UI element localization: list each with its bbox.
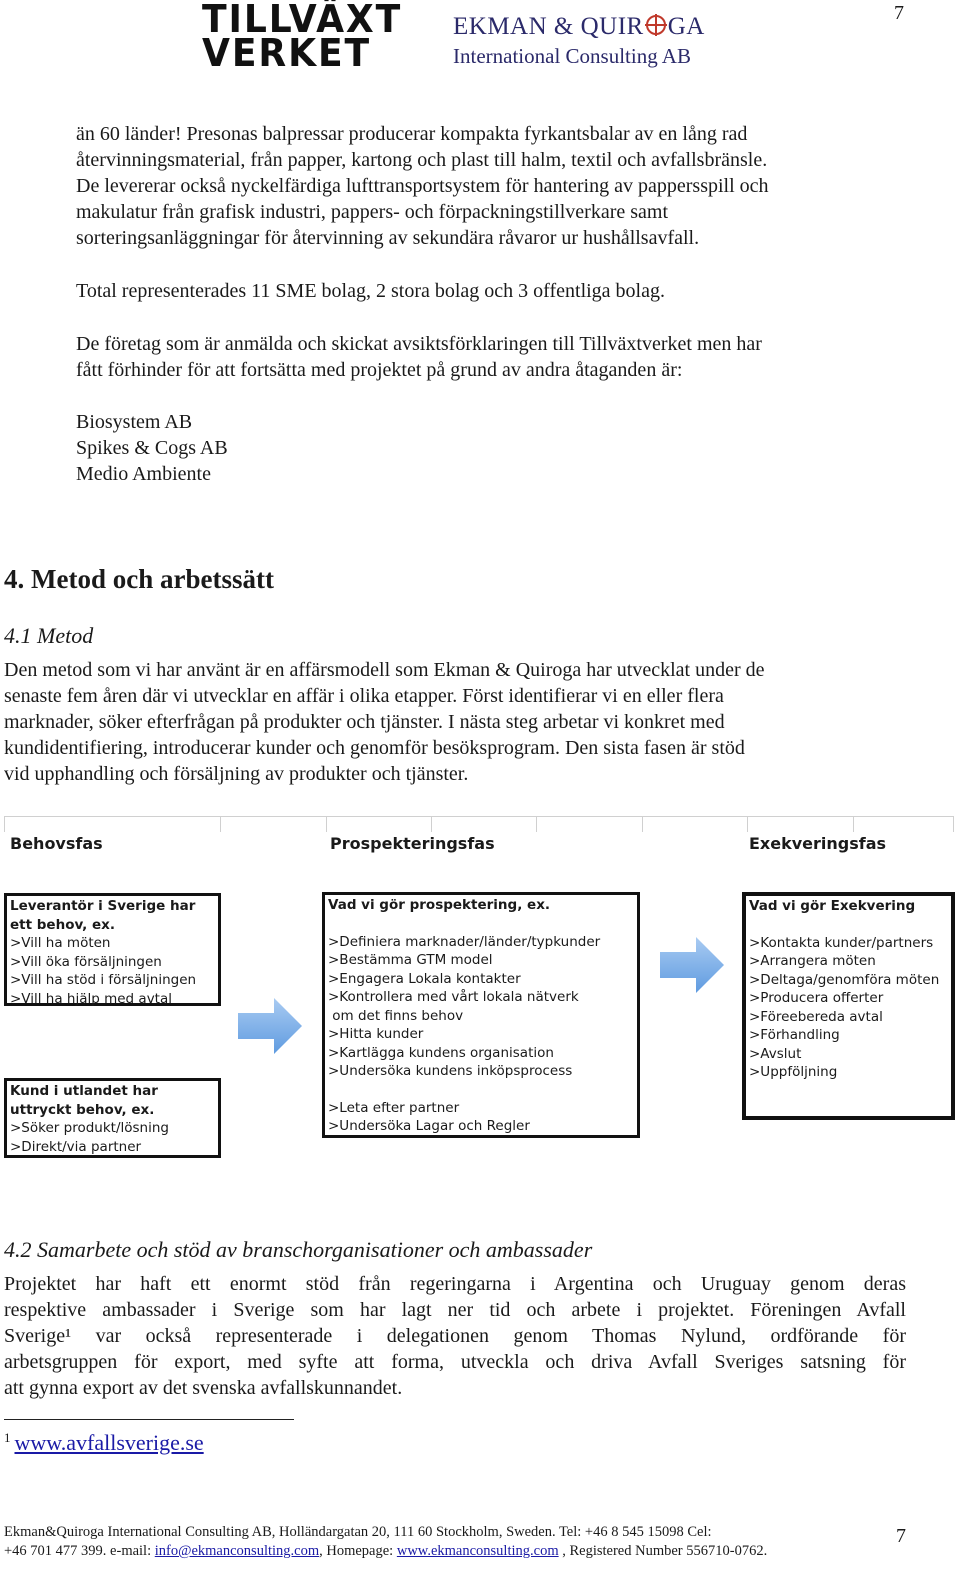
text-line: att gynna export av det svenska avfallsk…: [4, 1377, 403, 1399]
arrow-right-icon: [660, 937, 724, 993]
box-item: >Arrangera möten: [749, 953, 876, 969]
text-line: arbetsgruppen för export, med syfte att …: [4, 1351, 906, 1373]
text-line: vid upphandling och försäljning av produ…: [4, 763, 469, 785]
logo-line-2: VERKET: [202, 31, 372, 75]
diagram-tick: [536, 816, 537, 832]
compass-icon: [644, 14, 667, 36]
diagram-tick: [4, 816, 5, 832]
withdrawn-paragraph: De företag som är anmälda och skickat av…: [76, 331, 926, 383]
diagram-tick: [326, 816, 327, 832]
phase-title-prospekteringsfas: Prospekteringsfas: [330, 834, 495, 853]
box-item: >Deltaga/genomföra möten: [749, 971, 940, 988]
footer-text: , Homepage:: [319, 1543, 397, 1559]
footnote-separator: [4, 1419, 294, 1420]
page-footer: Ekman&Quiroga International Consulting A…: [4, 1523, 874, 1561]
box-title: uttryckt behov, ex.: [10, 1101, 155, 1118]
footer-line: Ekman&Quiroga International Consulting A…: [4, 1524, 712, 1540]
withdrawn-company-list: Biosystem AB Spikes & Cogs AB Medio Ambi…: [76, 409, 926, 487]
diagram-tick: [853, 816, 854, 832]
logo-name-b: GA: [667, 13, 705, 40]
footer-text: , Registered Number 556710-0762.: [558, 1543, 768, 1559]
logo-name-a: EKMAN & QUIR: [453, 13, 644, 40]
text-line: Total representerades 11 SME bolag, 2 st…: [76, 280, 665, 302]
box-item: >Kontrollera med vårt lokala nätverk: [328, 989, 579, 1005]
box-item: >Undersöka Lagar och Regler: [328, 1118, 530, 1134]
text-line: kundidentifiering, introducerar kunder o…: [4, 737, 745, 759]
page-number-top: 7: [894, 2, 904, 24]
execution-box: Vad vi gör Exekvering >Kontakta kunder/p…: [742, 892, 955, 1120]
text-line: De företag som är anmälda och skickat av…: [76, 333, 762, 355]
footer-text: +46 701 477 399. e-mail:: [4, 1543, 155, 1559]
footnote-link[interactable]: www.avfallsverige.se: [15, 1430, 204, 1455]
box-item: >Söker produkt/lösning: [10, 1120, 169, 1136]
ekman-quiroga-logo: EKMAN & QUIR GA International Consulting …: [453, 12, 705, 70]
box-item: >Förhandling: [749, 1027, 840, 1043]
box-item: >Kontakta kunder/partners: [749, 934, 934, 951]
box-item: >Vill ha stöd i försäljningen: [10, 972, 197, 988]
box-item: >Kartlägga kundens organisation: [328, 1044, 554, 1061]
supplier-need-box: Leverantör i Sverige har ett behov, ex. …: [4, 893, 221, 1007]
arrow-right-icon: [238, 998, 302, 1054]
box-title: Leverantör i Sverige har: [10, 898, 196, 914]
box-item: >Bestämma GTM model: [328, 952, 493, 968]
text-line: senaste fem åren där vi utvecklar en aff…: [4, 685, 724, 707]
box-item: >Definiera marknader/länder/typkunder: [328, 933, 601, 950]
total-paragraph: Total representerades 11 SME bolag, 2 st…: [76, 278, 926, 304]
text-line: återvinningsmaterial, från papper, karto…: [76, 149, 768, 171]
text-line: respektive ambassader i Sverige som har …: [4, 1299, 906, 1321]
box-title: Kund i utlandet har: [10, 1083, 158, 1099]
diagram-tick: [953, 816, 954, 832]
text-line: marknader, söker efterfrågan på produkte…: [4, 711, 725, 733]
diagram-tick: [431, 816, 432, 832]
box-item: >Avslut: [749, 1045, 802, 1062]
box-item: >Undersöka kundens inköpsprocess: [328, 1063, 573, 1079]
box-item: >Engagera Lokala kontakter: [328, 970, 521, 987]
box-title: ett behov, ex.: [10, 916, 115, 933]
page-number-bottom: 7: [896, 1525, 906, 1547]
prospecting-box: Vad vi gör prospektering, ex. >Definiera…: [322, 892, 640, 1138]
box-item: >Producera offerter: [749, 990, 884, 1006]
text-line: fått förhinder för att fortsätta med pro…: [76, 359, 683, 381]
footer-homepage-link[interactable]: www.ekmanconsulting.com: [397, 1543, 559, 1559]
text-line: makulatur från grafisk industri, pappers…: [76, 201, 669, 223]
text-line: De levererar också nyckelfärdiga lufttra…: [76, 175, 769, 197]
box-item: >Leta efter partner: [328, 1099, 460, 1116]
footnote-number: 1: [4, 1430, 11, 1445]
tillvaxtverket-logo: TILLVÄXT VERKET: [202, 0, 402, 75]
box-item: >Vill ha möten: [10, 935, 111, 951]
footer-email-link[interactable]: info@ekmanconsulting.com: [155, 1543, 319, 1559]
diagram-tick: [220, 816, 221, 832]
text-line: sorteringsanläggningar för återvinning a…: [76, 227, 700, 249]
text-line: Sverige¹ var också representerade i dele…: [4, 1325, 906, 1347]
subsection-heading-samarbete: 4.2 Samarbete och stöd av branschorganis…: [4, 1237, 593, 1262]
samarbete-paragraph: Projektet har haft ett enormt stöd från …: [4, 1271, 906, 1401]
company-item: Biosystem AB: [76, 411, 193, 433]
box-item: >Vill ha hjälp med avtal: [10, 990, 172, 1007]
intro-paragraph: än 60 länder! Presonas balpressar produc…: [76, 121, 926, 251]
section-heading: 4. Metod och arbetssätt: [4, 564, 274, 594]
box-title: Vad vi gör Exekvering: [749, 898, 916, 914]
box-item: om det finns behov: [328, 1007, 464, 1024]
company-item: Spikes & Cogs AB: [76, 437, 228, 459]
footnote: 1 www.avfallsverige.se: [4, 1430, 204, 1456]
text-line: än 60 länder! Presonas balpressar produc…: [76, 123, 748, 145]
subsection-heading-metod: 4.1 Metod: [4, 623, 94, 648]
diagram-top-rule: [4, 816, 954, 817]
box-item: >Föreebereda avtal: [749, 1008, 883, 1025]
diagram-tick: [642, 816, 643, 832]
box-item: >Vill öka försäljningen: [10, 953, 162, 970]
company-item: Medio Ambiente: [76, 463, 211, 485]
logo-subtitle: International Consulting AB: [453, 44, 691, 68]
diagram-tick: [747, 816, 748, 832]
box-title: Vad vi gör prospektering, ex.: [328, 897, 551, 913]
box-item: >Uppföljning: [749, 1064, 838, 1080]
phase-title-behovsfas: Behovsfas: [10, 834, 103, 853]
text-line: Projektet har haft ett enormt stöd från …: [4, 1273, 906, 1295]
metod-paragraph: Den metod som vi har använt är en affärs…: [4, 657, 906, 787]
phase-title-exekveringsfas: Exekveringsfas: [749, 834, 887, 853]
customer-need-box: Kund i utlandet har uttryckt behov, ex. …: [4, 1078, 221, 1158]
box-item: >Hitta kunder: [328, 1026, 424, 1042]
text-line: Den metod som vi har använt är en affärs…: [4, 659, 765, 681]
box-item: >Direkt/via partner: [10, 1138, 142, 1155]
